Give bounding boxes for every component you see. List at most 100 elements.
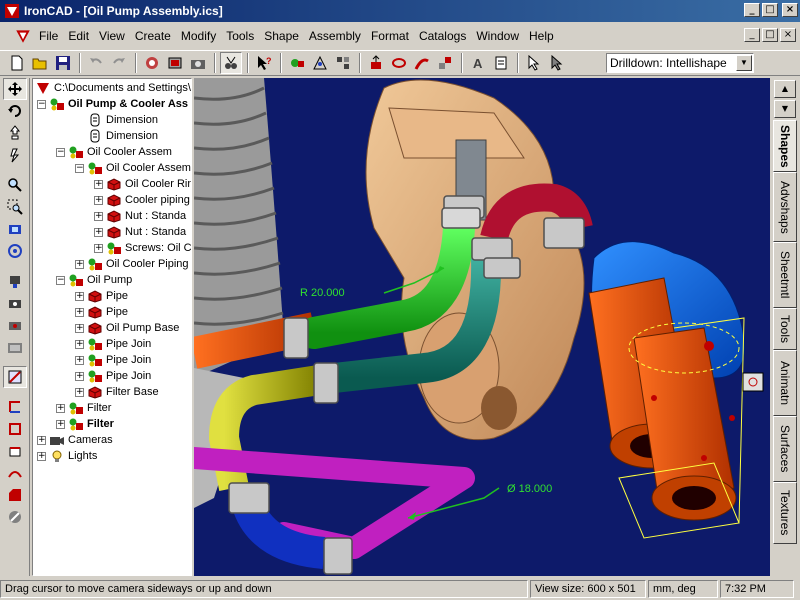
expand-icon[interactable]: +: [94, 195, 103, 205]
expand-icon[interactable]: +: [56, 419, 65, 429]
edge-button[interactable]: [3, 440, 27, 462]
open-button[interactable]: [29, 52, 51, 74]
tab-shapes[interactable]: Shapes: [773, 120, 797, 172]
sweep-button[interactable]: [411, 52, 433, 74]
document-icon[interactable]: [14, 27, 32, 45]
drilldown-arrow-icon[interactable]: ▼: [736, 55, 752, 71]
render-button[interactable]: [164, 52, 186, 74]
walk-button[interactable]: [3, 144, 27, 166]
redo-button[interactable]: [108, 52, 130, 74]
collapse-icon[interactable]: −: [75, 163, 84, 173]
new-button[interactable]: [6, 52, 28, 74]
tabs-scroll-down-button[interactable]: ▼: [774, 100, 796, 118]
collapse-icon[interactable]: −: [37, 99, 46, 109]
collapse-icon[interactable]: −: [56, 275, 65, 285]
expand-icon[interactable]: +: [37, 435, 46, 445]
menu-tools[interactable]: Tools: [221, 29, 259, 43]
text-button[interactable]: A: [467, 52, 489, 74]
minimize-button[interactable]: _: [744, 3, 760, 17]
tree-item-pipe-join-1[interactable]: + Pipe Join: [75, 336, 151, 352]
triball-handle-icon[interactable]: [742, 372, 764, 392]
select-parts-button[interactable]: [546, 52, 568, 74]
tree-item-oil-pump[interactable]: − Oil Pump: [56, 272, 132, 288]
tree-item-dimension-2[interactable]: Dimension: [75, 128, 158, 144]
radius-dimension[interactable]: R 20.000: [300, 287, 345, 299]
help-pointer-button[interactable]: ?: [253, 52, 275, 74]
expand-icon[interactable]: +: [94, 179, 103, 189]
smart-select-button[interactable]: [220, 52, 242, 74]
pan-tool-button[interactable]: [141, 52, 163, 74]
maximize-button[interactable]: □: [762, 3, 778, 17]
tree-item-lights[interactable]: + Lights: [37, 448, 97, 464]
expand-icon[interactable]: +: [75, 355, 84, 365]
tree-item-filter-base[interactable]: + Filter Base: [75, 384, 159, 400]
diameter-dimension[interactable]: Ø 18.000: [507, 483, 552, 495]
menu-format[interactable]: Format: [366, 29, 414, 43]
dolly-button[interactable]: [3, 122, 27, 144]
tree-item-pipe-join-2[interactable]: + Pipe Join: [75, 352, 151, 368]
tab-advshaps[interactable]: Advshaps: [773, 172, 797, 242]
doc-close-button[interactable]: ×: [780, 28, 796, 42]
camera-target-button[interactable]: [3, 314, 27, 336]
menu-view[interactable]: View: [94, 29, 130, 43]
expand-icon[interactable]: +: [94, 227, 103, 237]
tab-textures[interactable]: Textures: [773, 482, 797, 544]
orbit-button[interactable]: [3, 100, 27, 122]
collapse-icon[interactable]: −: [56, 147, 65, 157]
sketch-button[interactable]: [3, 366, 27, 388]
expand-icon[interactable]: +: [75, 259, 84, 269]
assembly-button[interactable]: [286, 52, 308, 74]
select-arrow-button[interactable]: [523, 52, 545, 74]
tree-item-dimension-1[interactable]: Dimension: [75, 112, 158, 128]
camera-button[interactable]: [187, 52, 209, 74]
look-at-button[interactable]: [3, 240, 27, 262]
expand-icon[interactable]: +: [56, 403, 65, 413]
scene-browser-tree[interactable]: C:\Documents and Settings\ − Oil Pump & C…: [32, 78, 192, 576]
save-button[interactable]: [52, 52, 74, 74]
light-button[interactable]: [3, 270, 27, 292]
tree-item-nut-2[interactable]: + Nut : Standa: [94, 224, 186, 240]
tabs-scroll-up-button[interactable]: ▲: [774, 80, 796, 98]
shell-button[interactable]: [3, 506, 27, 528]
tree-item-cooler-piping[interactable]: + Cooler piping: [94, 192, 190, 208]
tree-item-filter-1[interactable]: + Filter: [56, 400, 111, 416]
structure-button[interactable]: [309, 52, 331, 74]
tab-surfaces[interactable]: Surfaces: [773, 416, 797, 482]
loft-button[interactable]: [434, 52, 456, 74]
doc-restore-button[interactable]: □: [762, 28, 778, 42]
group-button[interactable]: [332, 52, 354, 74]
zoom-window-button[interactable]: [3, 196, 27, 218]
import-button[interactable]: [490, 52, 512, 74]
expand-icon[interactable]: +: [75, 307, 84, 317]
expand-icon[interactable]: +: [75, 291, 84, 301]
tree-item-screws[interactable]: + Screws: Oil C: [94, 240, 191, 256]
menu-assembly[interactable]: Assembly: [304, 29, 366, 43]
scene-canvas[interactable]: R 20.000 Ø 18.000: [194, 78, 770, 576]
fit-view-button[interactable]: [3, 218, 27, 240]
tree-item-oil-pump-base[interactable]: + Oil Pump Base: [75, 320, 179, 336]
tree-item-filter-2[interactable]: + Filter: [56, 416, 114, 432]
menu-create[interactable]: Create: [130, 29, 176, 43]
tree-item-oil-cooler-assem-1[interactable]: − Oil Cooler Assem: [56, 144, 172, 160]
drilldown-select[interactable]: Drilldown: Intellishape ▼: [606, 53, 754, 73]
tree-item-oil-cooler-piping[interactable]: + Oil Cooler Piping: [75, 256, 189, 272]
tab-sheetmtl[interactable]: Sheetmtl: [773, 242, 797, 308]
tree-item-cameras[interactable]: + Cameras: [37, 432, 113, 448]
tab-tools[interactable]: Tools: [773, 308, 797, 350]
expand-icon[interactable]: +: [75, 371, 84, 381]
expand-icon[interactable]: +: [75, 339, 84, 349]
tree-item-oil-cooler-assem-2[interactable]: − Oil Cooler Assem: [75, 160, 191, 176]
extrude-button[interactable]: [365, 52, 387, 74]
menu-catalogs[interactable]: Catalogs: [414, 29, 471, 43]
spin-button[interactable]: [388, 52, 410, 74]
expand-icon[interactable]: +: [37, 451, 46, 461]
menu-edit[interactable]: Edit: [63, 29, 94, 43]
tab-animatn[interactable]: Animatn: [773, 350, 797, 416]
menu-file[interactable]: File: [34, 29, 63, 43]
menu-window[interactable]: Window: [471, 29, 524, 43]
triball-button[interactable]: [3, 396, 27, 418]
camera-record-button[interactable]: [3, 336, 27, 358]
menu-modify[interactable]: Modify: [176, 29, 221, 43]
camera-view-button[interactable]: [3, 292, 27, 314]
move-camera-button[interactable]: [3, 78, 27, 100]
